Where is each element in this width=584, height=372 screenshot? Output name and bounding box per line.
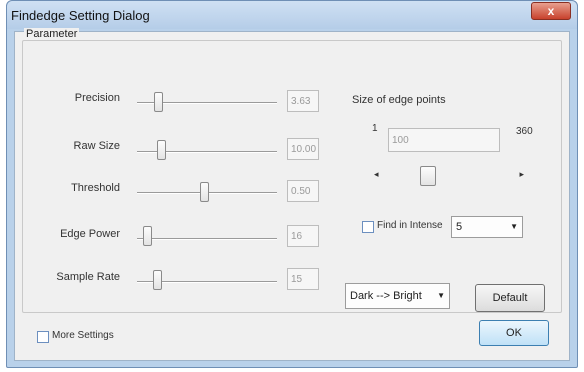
more-settings-label: More Settings: [52, 330, 114, 341]
threshold-value-field[interactable]: 0.50: [287, 180, 319, 202]
direction-value: Dark --> Bright: [350, 290, 422, 302]
raw-size-label: Raw Size: [73, 140, 120, 152]
close-button[interactable]: x: [531, 2, 571, 20]
edge-power-slider-track[interactable]: [137, 238, 277, 240]
edge-points-scroll-thumb[interactable]: [419, 166, 436, 186]
precision-value-field[interactable]: 3.63: [287, 90, 319, 112]
precision-slider-thumb[interactable]: [154, 92, 163, 112]
edge-points-title: Size of edge points: [352, 94, 446, 106]
parameter-group-title: Parameter: [24, 28, 80, 40]
scroll-left-arrow-icon[interactable]: ◂: [374, 169, 379, 180]
edge-power-value-field[interactable]: 16: [287, 225, 319, 247]
sample-rate-slider-thumb[interactable]: [152, 270, 162, 290]
find-in-intense-checkbox[interactable]: [362, 221, 374, 233]
edge-points-scrollbar[interactable]: ◂ ▸: [370, 166, 530, 186]
more-settings-checkbox[interactable]: [37, 331, 49, 343]
raw-size-value-field[interactable]: 10.00: [287, 138, 319, 160]
chevron-down-icon: ▼: [437, 291, 445, 300]
close-icon: x: [547, 4, 555, 18]
title-bar[interactable]: Findedge Setting Dialog x: [7, 1, 577, 29]
direction-select[interactable]: Dark --> Bright ▼: [345, 283, 450, 309]
raw-size-slider-thumb[interactable]: [156, 140, 166, 160]
sample-rate-label: Sample Rate: [56, 271, 120, 283]
chevron-down-icon: ▼: [510, 222, 518, 231]
find-in-intense-label: Find in Intense: [377, 220, 443, 231]
sample-rate-value-field[interactable]: 15: [287, 268, 319, 290]
precision-label: Precision: [74, 92, 120, 104]
scroll-right-arrow-icon[interactable]: ▸: [519, 169, 524, 180]
threshold-label: Threshold: [71, 182, 120, 194]
ok-button[interactable]: OK: [479, 320, 549, 346]
window-title: Findedge Setting Dialog: [11, 8, 150, 23]
edge-power-slider-thumb[interactable]: [142, 226, 152, 246]
edge-points-min-label: 1: [372, 123, 378, 134]
edge-points-value-field[interactable]: 100: [388, 128, 500, 152]
threshold-slider-thumb[interactable]: [200, 182, 210, 202]
find-in-intense-value: 5: [456, 221, 463, 233]
edge-power-label: Edge Power: [60, 228, 120, 240]
find-in-intense-select[interactable]: 5 ▼: [451, 216, 523, 238]
edge-points-max-label: 360: [516, 126, 533, 137]
default-button[interactable]: Default: [475, 284, 545, 312]
